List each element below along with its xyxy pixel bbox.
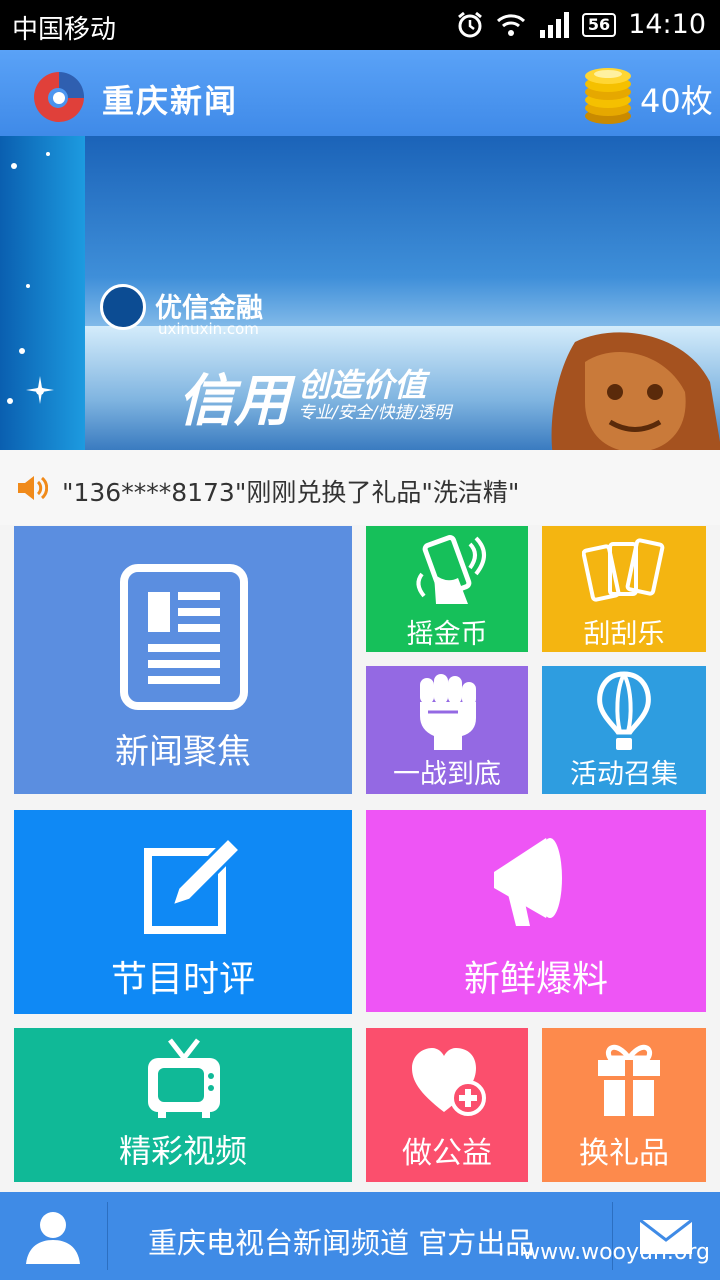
app-logo-icon — [34, 71, 85, 122]
ticker-text: "136****8173"刚刚兑换了礼品"洗洁精" — [62, 478, 520, 507]
tile-program-review[interactable]: 节目时评 — [14, 810, 352, 1014]
megaphone-icon — [494, 838, 562, 926]
speaker-icon — [18, 476, 48, 500]
exchange-ticker: "136****8173"刚刚兑换了礼品"洗洁精" — [0, 450, 720, 525]
app-header: 重庆新闻 40枚 — [0, 50, 720, 136]
signal-icon — [539, 11, 569, 38]
newspaper-icon — [120, 564, 248, 710]
coin-count: 40枚 — [640, 82, 713, 120]
battery-icon: 56 — [581, 12, 617, 37]
tile-label: 刮刮乐 — [583, 619, 665, 650]
coin-stack-icon[interactable] — [582, 62, 634, 126]
cards-icon — [582, 538, 665, 602]
banner-prev-slide — [0, 136, 85, 450]
divider — [107, 1202, 108, 1270]
tile-label: 换礼品 — [579, 1136, 669, 1171]
tile-fresh-report[interactable]: 新鲜爆料 — [366, 810, 706, 1012]
tile-label: 节目时评 — [110, 959, 255, 1000]
tile-label: 新闻聚焦 — [115, 732, 251, 772]
tile-shake-coins[interactable]: 摇金币 — [366, 526, 528, 652]
tile-label: 一战到底 — [393, 759, 501, 790]
fist-icon — [420, 674, 476, 750]
lion-statue-image — [551, 332, 720, 450]
tile-videos[interactable]: 精彩视频 — [14, 1028, 352, 1182]
tile-label: 做公益 — [402, 1136, 492, 1171]
brand-logo-icon — [100, 284, 146, 330]
tile-news-focus[interactable]: 新闻聚焦 — [14, 526, 352, 794]
alarm-icon — [457, 11, 482, 37]
tv-icon — [148, 1038, 220, 1118]
hot-air-balloon-icon — [597, 671, 651, 750]
status-icons: 56 14:10 — [456, 9, 706, 40]
tile-fight[interactable]: 一战到底 — [366, 666, 528, 794]
tile-label: 精彩视频 — [118, 1132, 247, 1170]
phone-shake-icon — [416, 535, 486, 604]
ad-banner[interactable]: 优信金融 uxinuxin.com 信用 创造价值 专业/安全/快捷/透明 — [0, 136, 720, 450]
footer-text: 重庆电视台新闻频道 官方出品 — [148, 1226, 535, 1260]
app-title: 重庆新闻 — [102, 82, 239, 120]
tile-events[interactable]: 活动召集 — [542, 666, 706, 794]
banner-slogan-big: 信用 — [178, 369, 290, 434]
tile-label: 新鲜爆料 — [463, 959, 608, 1000]
carrier-name: 中国移动 — [12, 15, 117, 45]
sparkle-icon — [7, 152, 54, 404]
bottom-bar: 重庆电视台新闻频道 官方出品 — [0, 1192, 720, 1280]
tile-charity[interactable]: 做公益 — [366, 1028, 528, 1182]
tile-gifts[interactable]: 换礼品 — [542, 1028, 706, 1182]
tile-label: 摇金币 — [406, 619, 488, 650]
tile-scratch[interactable]: 刮刮乐 — [542, 526, 706, 652]
gift-icon — [598, 1044, 660, 1116]
user-profile-icon[interactable] — [24, 1208, 82, 1266]
wifi-icon — [496, 13, 525, 36]
banner-slogan-sub: 专业/安全/快捷/透明 — [298, 403, 452, 423]
edit-pencil-icon — [144, 835, 243, 934]
heart-plus-icon — [412, 1048, 486, 1116]
banner-url: uxinuxin.com — [158, 320, 259, 338]
tile-label: 活动召集 — [570, 759, 678, 790]
watermark: www.wooyun.org — [522, 1240, 710, 1265]
status-bar: 中国移动 56 14:10 — [0, 0, 720, 50]
clock: 14:10 — [628, 9, 706, 40]
